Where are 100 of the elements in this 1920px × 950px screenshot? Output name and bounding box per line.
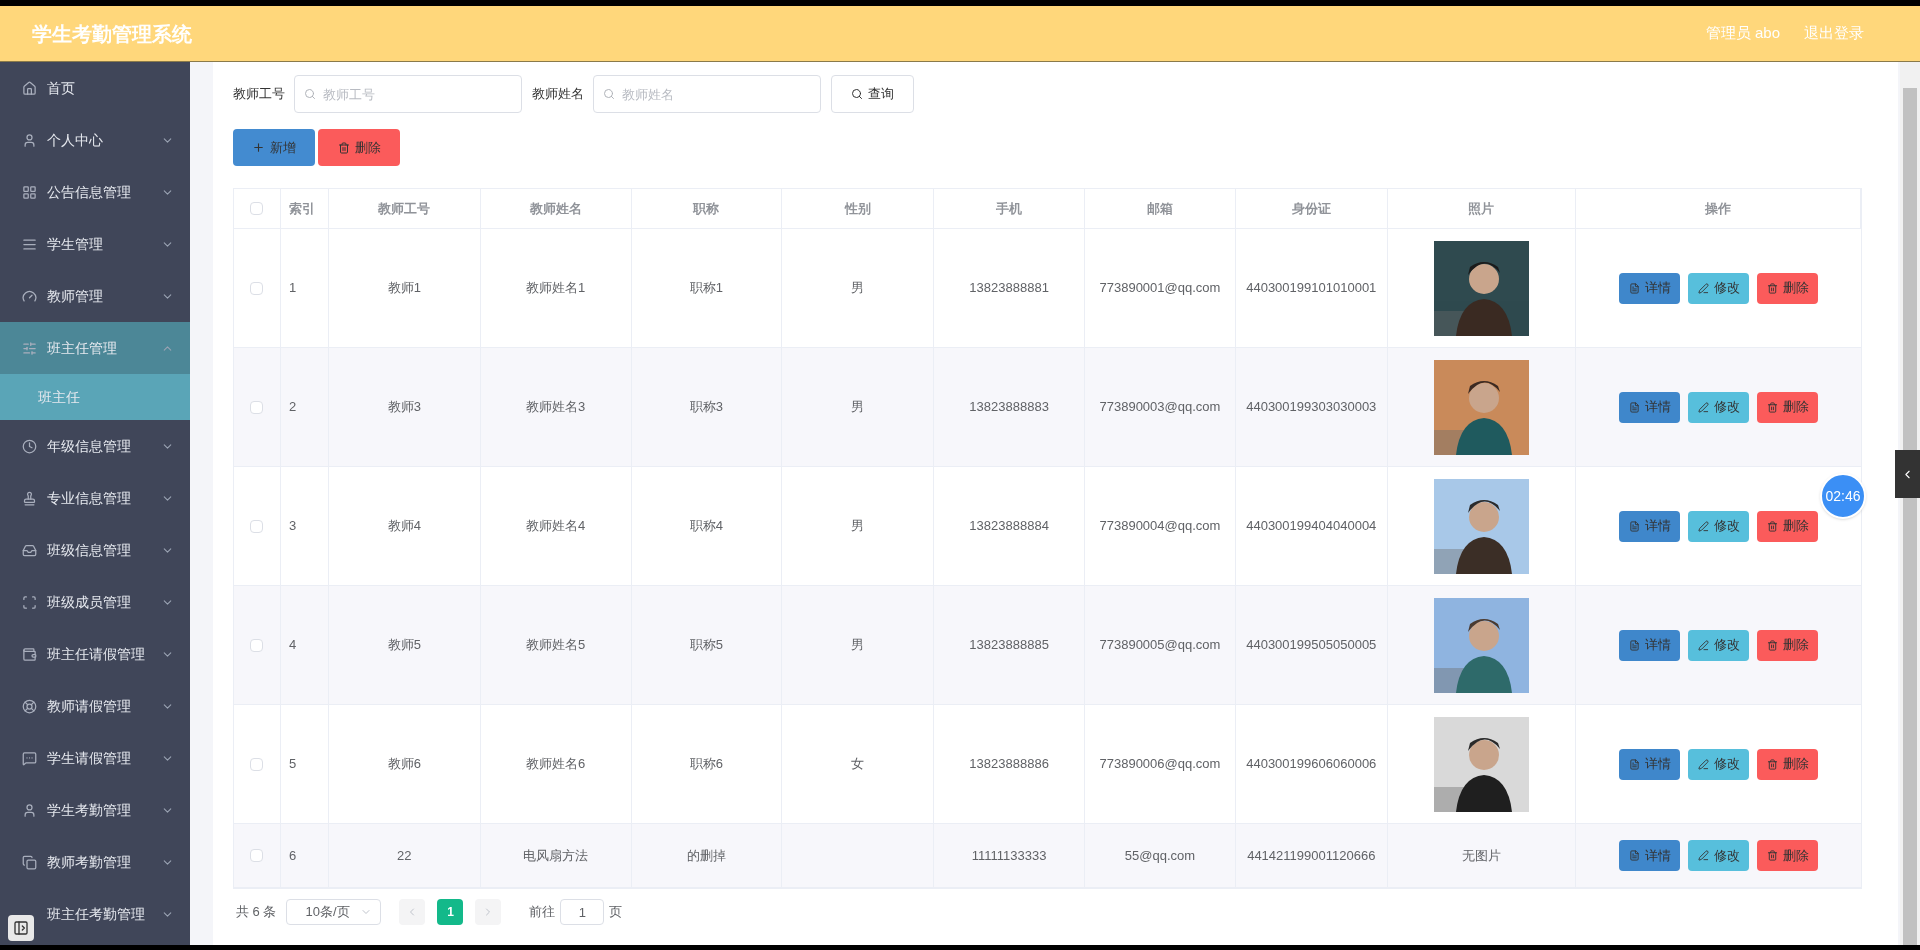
sidebar-item[interactable]: 首页 [0,62,190,114]
select-all-checkbox[interactable] [250,202,264,215]
document-icon [1628,758,1640,770]
document-icon [1628,282,1640,294]
column-header: 教师姓名 [480,189,632,228]
table-cell-text: 男 [851,517,865,535]
sliders-icon [22,340,37,356]
delete-button[interactable]: 删除 [1757,272,1819,304]
table-cell-text: 1 [288,279,297,297]
search-button[interactable]: 查询 [831,75,914,113]
table-cell-text: 教师姓名3 [526,398,586,416]
sidebar-item[interactable]: 班主任考勤管理 [0,888,190,940]
row-checkbox[interactable] [250,638,264,652]
sidebar-item[interactable]: 学生考勤管理 [0,784,190,836]
delete-button[interactable]: 删除 [1757,840,1819,871]
detail-button[interactable]: 详情 [1619,272,1681,304]
page-number-field[interactable]: 1 [560,899,605,925]
pencil-icon [1697,758,1709,770]
search-field[interactable]: 教师姓名 [593,75,821,113]
total-count: 共 6 条 [236,903,277,922]
home-icon [22,80,37,96]
table-cell-text: 441421199001120666 [1247,846,1376,865]
prev-page-button[interactable] [399,899,426,925]
table-cell-text: 11111133333 [971,846,1047,865]
panel-toggle-icon [13,920,29,936]
row-checkbox[interactable] [250,400,264,414]
edit-button[interactable]: 修改 [1688,391,1750,423]
sidebar-item[interactable]: 专业信息管理 [0,472,190,524]
sidebar-item[interactable]: 公告信息管理 [0,166,190,218]
table-cell-text: 22 [397,846,412,865]
column-header: 操作 [1576,189,1861,228]
sidebar-item[interactable]: 班主任请假管理 [0,628,190,680]
search-field[interactable]: 教师工号 [294,75,522,113]
trash-icon [1766,401,1778,413]
add-button[interactable]: 新增 [233,129,315,166]
goto-label: 前往 [529,903,556,922]
table-cell-text: 教师3 [387,398,421,416]
table-cell-text: 55@qq.com [1124,846,1196,865]
table-cell-text: 440300199101010001 [1246,279,1377,297]
detail-button[interactable]: 详情 [1619,629,1681,661]
delete-button[interactable]: 删除 [1757,391,1819,423]
detail-button[interactable]: 详情 [1619,510,1681,542]
sidebar-item[interactable]: 个人中心 [0,114,190,166]
lifebuoy-icon [22,698,37,714]
column-header: 教师工号 [328,189,481,228]
sidebar-item[interactable]: 教师考勤管理 [0,836,190,888]
delete-button[interactable]: 删除 [1757,748,1819,780]
collapse-button[interactable] [8,915,34,941]
detail-button[interactable]: 详情 [1619,391,1681,423]
list-icon [22,236,37,252]
delete-button[interactable]: 删除 [1757,510,1819,542]
wallet-icon [22,646,37,662]
stamp-icon [22,490,37,506]
delete-button[interactable]: 删除 [1757,629,1819,661]
row-checkbox[interactable] [250,757,264,771]
table-cell-text: 5 [288,755,297,773]
table-cell-text: 男 [851,636,865,654]
sidebar-item[interactable]: 教师请假管理 [0,680,190,732]
edit-button[interactable]: 修改 [1688,510,1750,542]
table-cell-text: 教师1 [387,279,421,297]
edit-button[interactable]: 修改 [1688,748,1750,780]
edit-button[interactable]: 修改 [1688,272,1750,304]
sidebar-item[interactable]: 学生管理 [0,218,190,270]
side-panel-tab[interactable] [1895,450,1920,498]
delete-button[interactable]: 删除 [318,129,400,166]
table-cell-text: 职称4 [689,517,724,535]
row-checkbox[interactable] [250,849,264,862]
trash-icon [1766,520,1778,532]
row-checkbox[interactable] [250,519,264,533]
sidebar-item[interactable]: 班主任管理 [0,322,190,374]
sidebar-item[interactable]: 年级信息管理 [0,420,190,472]
row-checkbox[interactable] [250,281,264,295]
table-cell-text: 6 [288,846,297,865]
message-icon [22,750,37,766]
page-suffix: 页 [609,903,623,922]
sidebar-item[interactable]: 班级信息管理 [0,524,190,576]
table-cell-text: 773890006@qq.com [1099,755,1221,773]
table-cell-text: 773890001@qq.com [1099,279,1221,297]
sidebar-item[interactable]: 班级成员管理 [0,576,190,628]
table-cell-text: 职称3 [689,398,724,416]
detail-button[interactable]: 详情 [1619,840,1681,871]
table-cell-text: 440300199505050005 [1246,636,1377,654]
search-icon [603,88,615,100]
edit-button[interactable]: 修改 [1688,629,1750,661]
page-size-select[interactable]: 10条/页 [286,899,382,925]
table-cell-text: 773890003@qq.com [1099,398,1221,416]
table-cell-text: 4 [288,636,297,654]
detail-button[interactable]: 详情 [1619,748,1681,780]
edit-button[interactable]: 修改 [1688,840,1750,871]
table-cell-text: 13823888886 [969,755,1049,773]
column-header: 照片 [1387,189,1577,228]
sidebar-item[interactable]: 教师管理 [0,270,190,322]
next-page-button[interactable] [475,899,502,925]
app-title: 学生考勤管理系统 [32,21,192,47]
document-icon [1628,520,1640,532]
sidebar-item[interactable]: 学生请假管理 [0,732,190,784]
copy-icon [22,854,37,870]
trash-icon [1766,758,1778,770]
table-cell-text: 773890004@qq.com [1099,517,1221,535]
column-header: 身份证 [1235,189,1388,228]
